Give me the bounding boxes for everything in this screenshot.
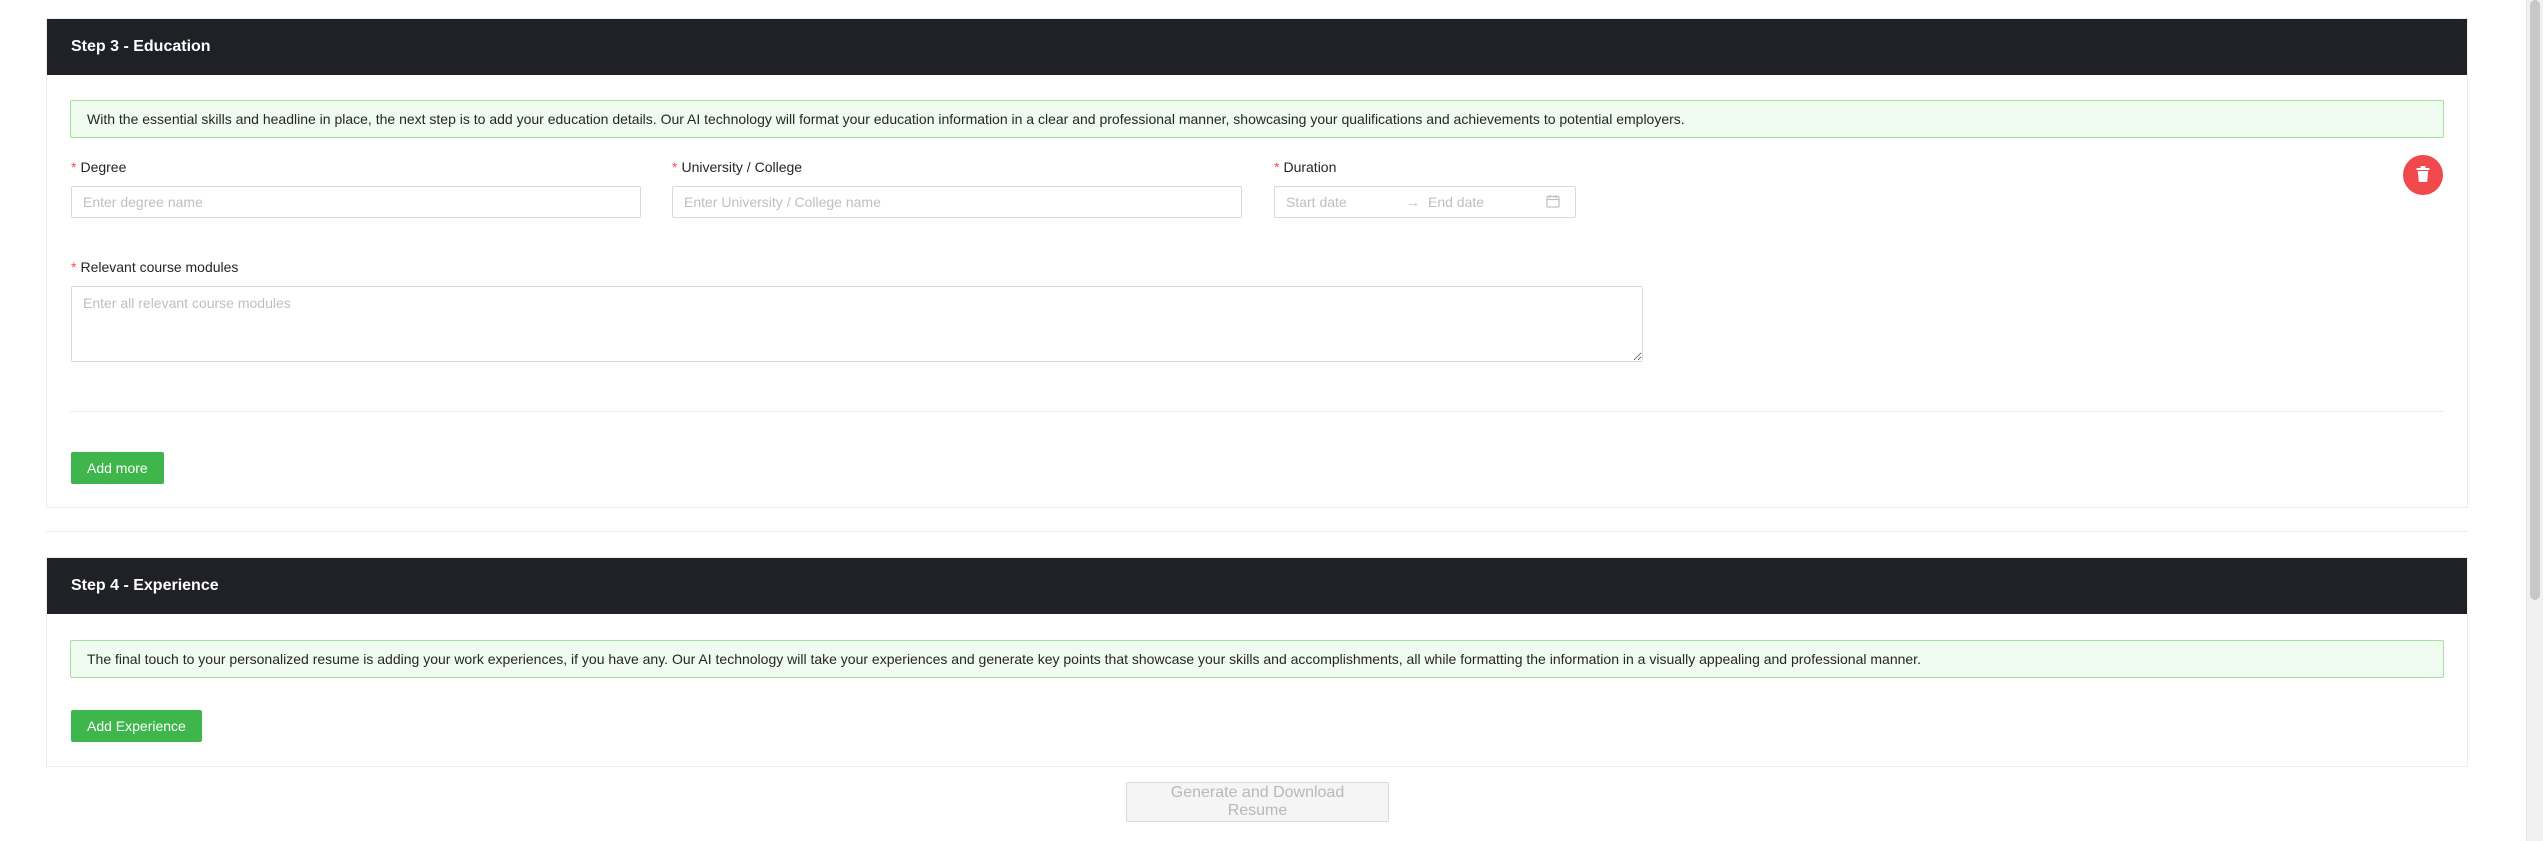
degree-input[interactable]	[71, 186, 641, 218]
university-label-text: University / College	[681, 159, 803, 175]
degree-label-text: Degree	[80, 159, 127, 175]
section-divider	[46, 531, 2468, 532]
university-label: * University / College	[672, 159, 802, 175]
required-marker: *	[71, 259, 77, 275]
calendar-icon	[1546, 194, 1562, 210]
experience-info-text: The final touch to your personalized res…	[87, 651, 1921, 667]
education-card: Step 3 - Education With the essential sk…	[46, 18, 2468, 508]
university-input[interactable]	[672, 186, 1242, 218]
required-marker: *	[71, 159, 77, 175]
education-info-text: With the essential skills and headline i…	[87, 111, 1685, 127]
education-title: Step 3 - Education	[71, 38, 211, 55]
end-date-input[interactable]: End date	[1428, 194, 1546, 210]
delete-education-button[interactable]	[2403, 155, 2443, 195]
add-more-button[interactable]: Add more	[71, 452, 164, 484]
arrow-right-icon: →	[1406, 194, 1420, 210]
scrollbar-thumb[interactable]	[2530, 0, 2540, 600]
experience-info-alert: The final touch to your personalized res…	[70, 640, 2444, 678]
generate-resume-button[interactable]: Generate and Download Resume	[1126, 782, 1389, 822]
duration-range-picker[interactable]: Start date → End date	[1274, 186, 1576, 218]
trash-icon	[2416, 165, 2430, 185]
modules-label-text: Relevant course modules	[80, 259, 239, 275]
required-marker: *	[1274, 159, 1280, 175]
duration-label-text: Duration	[1283, 159, 1337, 175]
experience-title: Step 4 - Experience	[71, 577, 219, 594]
add-experience-button[interactable]: Add Experience	[71, 710, 202, 742]
education-header: Step 3 - Education	[47, 19, 2467, 75]
page-scrollbar[interactable]	[2526, 0, 2543, 841]
modules-label: * Relevant course modules	[71, 259, 238, 275]
education-divider	[70, 411, 2444, 412]
required-marker: *	[672, 159, 678, 175]
education-info-alert: With the essential skills and headline i…	[70, 100, 2444, 138]
start-date-input[interactable]: Start date	[1275, 194, 1406, 210]
experience-header: Step 4 - Experience	[47, 558, 2467, 614]
degree-label: * Degree	[71, 159, 126, 175]
experience-card: Step 4 - Experience The final touch to y…	[46, 557, 2468, 767]
duration-label: * Duration	[1274, 159, 1336, 175]
modules-textarea[interactable]	[71, 286, 1643, 362]
